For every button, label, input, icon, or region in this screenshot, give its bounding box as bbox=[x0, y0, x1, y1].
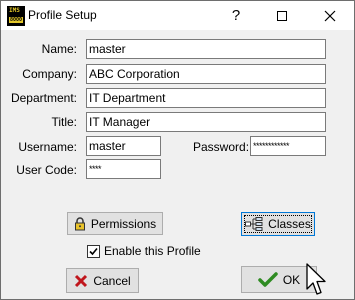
username-field[interactable]: master bbox=[86, 136, 161, 156]
mouse-cursor-icon bbox=[306, 263, 326, 295]
password-field[interactable]: ************ bbox=[250, 136, 326, 156]
name-field[interactable]: master bbox=[86, 39, 326, 59]
checkmark-icon bbox=[89, 247, 98, 256]
window-title: Profile Setup bbox=[28, 8, 97, 22]
lock-icon bbox=[74, 216, 86, 231]
company-field[interactable]: ABC Corporation bbox=[86, 64, 326, 84]
name-label: Name: bbox=[41, 42, 77, 56]
department-label: Department: bbox=[10, 91, 77, 105]
username-label: Username: bbox=[18, 140, 77, 154]
usercode-label: User Code: bbox=[16, 163, 77, 177]
close-icon bbox=[324, 10, 336, 21]
enable-profile-checkbox[interactable] bbox=[87, 245, 100, 258]
close-button[interactable] bbox=[307, 1, 353, 30]
enable-profile-label: Enable this Profile bbox=[104, 244, 201, 258]
red-x-icon bbox=[74, 274, 88, 288]
usercode-field[interactable]: **** bbox=[86, 159, 161, 179]
password-label: Password: bbox=[193, 140, 250, 154]
green-check-icon bbox=[258, 271, 278, 288]
permissions-button[interactable]: Permissions bbox=[67, 212, 163, 235]
title-field[interactable]: IT Manager bbox=[86, 112, 326, 132]
ims-app-icon: IMS 8000 bbox=[7, 6, 25, 26]
cancel-button[interactable]: Cancel bbox=[66, 268, 139, 293]
title-label: Title: bbox=[51, 115, 77, 129]
help-button[interactable]: ? bbox=[213, 1, 259, 30]
maximize-icon bbox=[277, 10, 287, 21]
classes-button[interactable]: Classes bbox=[241, 212, 315, 236]
department-field[interactable]: IT Department bbox=[86, 88, 326, 108]
maximize-button[interactable] bbox=[259, 1, 305, 30]
profile-setup-dialog: IMS 8000 Profile Setup ? Name: master Co… bbox=[0, 0, 355, 300]
company-label: Company: bbox=[22, 67, 77, 81]
title-bar: IMS 8000 Profile Setup ? bbox=[1, 1, 354, 30]
